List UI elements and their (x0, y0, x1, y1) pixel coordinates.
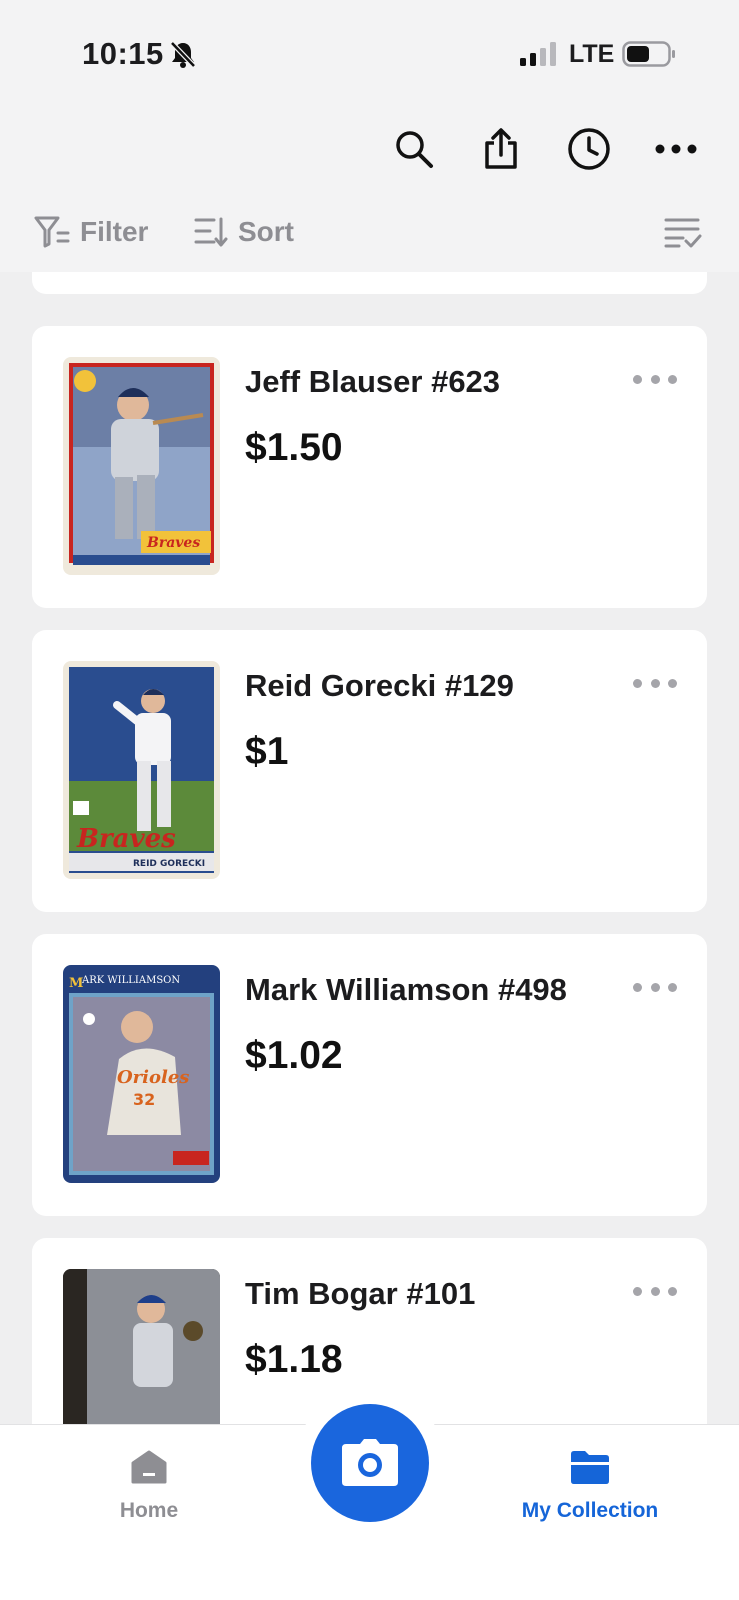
card-title[interactable]: Mark Williamson #498 (245, 972, 567, 1008)
card-item[interactable]: Braves REID GORECKI Reid Gorecki #129 $1 (32, 630, 707, 912)
more-dot (650, 678, 660, 688)
bell-off-icon (170, 41, 196, 68)
svg-text:Braves: Braves (76, 824, 176, 854)
history-button[interactable] (564, 124, 614, 174)
more-dot (633, 1286, 642, 1296)
battery-icon (622, 41, 675, 67)
more-dot (633, 982, 642, 992)
card-price: $1.50 (245, 426, 343, 469)
more-dot (668, 678, 677, 688)
svg-text:ARK WILLIAMSON: ARK WILLIAMSON (81, 975, 180, 986)
card-item[interactable]: Braves Jeff Blauser #623 $1.50 (32, 326, 707, 608)
more-icon (655, 144, 697, 154)
search-icon (396, 131, 433, 168)
home-icon (131, 1450, 167, 1484)
filter-icon (34, 216, 70, 248)
more-dot (650, 374, 660, 384)
collection-list[interactable]: Braves Jeff Blauser #623 $1.50 Braves RE… (0, 272, 739, 1424)
card-image[interactable]: Braves (63, 357, 220, 575)
card-price: $1.18 (245, 1338, 343, 1381)
card-partial[interactable] (32, 272, 707, 294)
share-button[interactable] (476, 124, 526, 174)
checklist-icon[interactable] (663, 214, 703, 250)
more-dot (668, 1286, 677, 1296)
history-clock-icon (568, 128, 610, 170)
card-more-button[interactable] (633, 366, 677, 392)
signal-icon (520, 42, 556, 66)
card-title[interactable]: Reid Gorecki #129 (245, 668, 514, 704)
card-more-button[interactable] (633, 1278, 677, 1304)
card-more-button[interactable] (633, 670, 677, 696)
card-image[interactable] (63, 1269, 220, 1424)
top-toolbar (0, 118, 739, 180)
sort-button[interactable]: Sort (194, 210, 294, 254)
status-bar: 10:15 LTE (0, 0, 739, 108)
card-more-button[interactable] (633, 974, 677, 1000)
network-label: LTE (569, 40, 615, 68)
svg-text:32: 32 (133, 1090, 155, 1109)
camera-icon (342, 1439, 398, 1486)
sort-icon (194, 217, 228, 247)
svg-text:Braves: Braves (146, 535, 200, 551)
card-title[interactable]: Jeff Blauser #623 (245, 364, 500, 400)
sort-label: Sort (238, 216, 294, 247)
search-button[interactable] (389, 124, 439, 174)
folder-icon (571, 1451, 609, 1484)
screen: 10:15 LTE Filter Sort Braves Jeff Blause… (0, 0, 739, 1600)
more-options-button[interactable] (651, 124, 701, 174)
tab-my-collection[interactable]: My Collection (500, 1449, 680, 1523)
more-dot (668, 374, 677, 384)
share-icon (485, 128, 517, 169)
tab-home[interactable]: Home (59, 1449, 239, 1523)
svg-text:REID GORECKI: REID GORECKI (133, 859, 205, 869)
tab-home-label: Home (119, 1499, 179, 1522)
more-dot (633, 678, 642, 688)
filter-label: Filter (80, 216, 149, 247)
card-price: $1.02 (245, 1034, 343, 1077)
card-image[interactable]: M ARK WILLIAMSON Orioles 32 (63, 965, 220, 1183)
more-dot (650, 1286, 660, 1296)
more-dot (668, 982, 677, 992)
more-dot (650, 982, 660, 992)
filter-button[interactable]: Filter (34, 210, 148, 254)
camera-scan-button[interactable] (311, 1404, 429, 1522)
status-time: 10:15 (82, 36, 164, 71)
card-price: $1 (245, 730, 289, 773)
card-item[interactable]: M ARK WILLIAMSON Orioles 32 Mark William… (32, 934, 707, 1216)
filter-bar: Filter Sort (0, 202, 739, 262)
svg-text:Orioles: Orioles (117, 1067, 189, 1088)
tab-my-collection-label: My Collection (521, 1499, 659, 1522)
more-dot (633, 374, 642, 384)
card-title[interactable]: Tim Bogar #101 (245, 1276, 475, 1312)
card-image[interactable]: Braves REID GORECKI (63, 661, 220, 879)
